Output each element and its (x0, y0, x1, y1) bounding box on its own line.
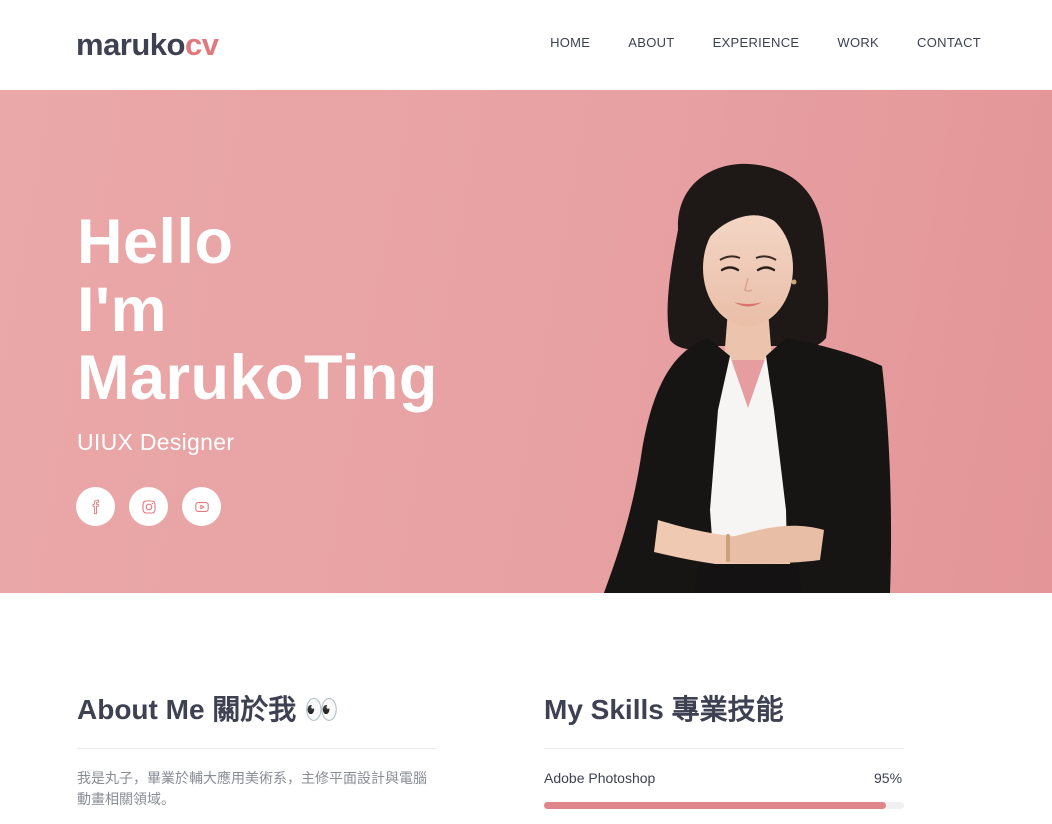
about-divider (77, 748, 437, 749)
hero-title: Hello I'm MarukoTing (77, 208, 438, 412)
skill-bar-photoshop (544, 802, 904, 809)
hero-subtitle: UIUX Designer (77, 429, 235, 455)
facebook-icon (92, 499, 99, 514)
hero-title-line-name: MarukoTing (77, 343, 438, 413)
youtube-link[interactable] (182, 487, 221, 526)
nav-about[interactable]: ABOUT (628, 35, 674, 51)
main-nav: HOME ABOUT EXPERIENCE WORK CONTACT (550, 35, 981, 51)
facebook-link[interactable] (76, 487, 115, 526)
nav-work[interactable]: WORK (837, 35, 879, 51)
skills-title: My Skills 專業技能 (544, 694, 784, 725)
about-text: 我是丸子，畢業於輔大應用美術系，主修平面設計與電腦動畫相關領域。 (77, 770, 427, 807)
skill-name-photoshop: Adobe Photoshop (544, 770, 656, 786)
hero-title-line-im: I'm (77, 275, 168, 345)
profile-portrait-image (604, 163, 892, 593)
nav-experience[interactable]: EXPERIENCE (713, 35, 800, 51)
youtube-icon (194, 501, 209, 512)
instagram-icon (141, 499, 156, 514)
hero-section: Hello I'm MarukoTing UIUX Designer (0, 90, 1052, 593)
nav-contact[interactable]: CONTACT (917, 35, 981, 51)
social-links (76, 487, 221, 526)
site-logo[interactable]: marukocv (76, 26, 219, 64)
hero-title-line-hello: Hello (77, 207, 234, 277)
skill-percent-photoshop: 95% (874, 770, 903, 786)
about-title: About Me 關於我 👀 (77, 694, 339, 725)
site-header: marukocv HOME ABOUT EXPERIENCE WORK CONT… (0, 0, 1052, 90)
nav-home[interactable]: HOME (550, 35, 590, 51)
logo-text-cv: cv (184, 27, 219, 62)
instagram-link[interactable] (129, 487, 168, 526)
skills-divider (544, 748, 904, 749)
logo-text-maruko: maruko (76, 27, 185, 62)
skill-bar-fill-photoshop (544, 802, 886, 809)
